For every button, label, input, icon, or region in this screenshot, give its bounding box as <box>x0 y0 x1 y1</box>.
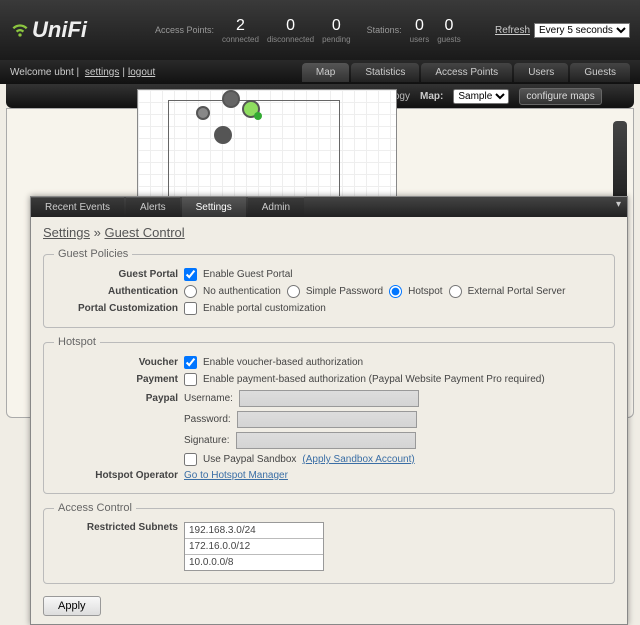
map-label: Map: <box>420 91 443 102</box>
breadcrumb-root[interactable]: Settings <box>43 225 90 240</box>
wifi-icon <box>10 20 30 40</box>
ap-gear-icon[interactable] <box>196 106 210 120</box>
subnet-row[interactable]: 10.0.0.0/8 <box>185 555 323 570</box>
voucher-label: Voucher <box>54 357 184 368</box>
portal-customization-checkbox[interactable] <box>184 302 197 315</box>
guest-portal-label: Guest Portal <box>54 269 184 280</box>
stations-label: Stations: <box>367 25 402 35</box>
brand-text: UniFi <box>32 17 87 43</box>
panel-tab-settings[interactable]: Settings <box>182 197 246 217</box>
panel-tabs: Recent Events Alerts Settings Admin ▾ <box>31 197 627 217</box>
tab-users[interactable]: Users <box>514 63 568 82</box>
settings-link[interactable]: settings <box>85 67 119 78</box>
paypal-label: Paypal <box>54 393 184 404</box>
hotspot-manager-link[interactable]: Go to Hotspot Manager <box>184 470 288 481</box>
restricted-subnets-label: Restricted Subnets <box>54 522 184 533</box>
refresh-interval-select[interactable]: Every 5 seconds <box>534 23 630 38</box>
access-control-legend: Access Control <box>54 502 136 514</box>
hotspot-fieldset: Hotspot Voucher Enable voucher-based aut… <box>43 336 615 494</box>
username-label: Username: <box>184 393 233 404</box>
guest-policies-legend: Guest Policies <box>54 248 132 260</box>
tab-guests[interactable]: Guests <box>570 63 630 82</box>
welcome-text: Welcome ubnt <box>10 67 74 78</box>
ap-marker-2[interactable] <box>242 100 260 118</box>
ap-label: Access Points: <box>155 25 214 35</box>
subnet-row[interactable]: 192.168.3.0/24 <box>185 523 323 539</box>
paypal-username-input[interactable] <box>239 390 419 407</box>
ap-pending-count: 0 <box>322 17 350 35</box>
top-header: UniFi Access Points: 2connected 0disconn… <box>0 0 640 60</box>
configure-maps-button[interactable]: configure maps <box>519 88 601 105</box>
breadcrumb-page[interactable]: Guest Control <box>104 225 184 240</box>
voucher-checkbox[interactable] <box>184 356 197 369</box>
logout-link[interactable]: logout <box>128 67 155 78</box>
paypal-password-input[interactable] <box>237 411 417 428</box>
refresh-link[interactable]: Refresh <box>495 25 530 36</box>
panel-tab-admin[interactable]: Admin <box>248 197 304 217</box>
payment-checkbox[interactable] <box>184 373 197 386</box>
tab-map[interactable]: Map <box>302 63 349 82</box>
apply-button[interactable]: Apply <box>43 596 101 616</box>
auth-simple-radio[interactable] <box>287 285 300 298</box>
welcome-row: Welcome ubnt | settings | logout Map Sta… <box>0 60 640 84</box>
hotspot-legend: Hotspot <box>54 336 100 348</box>
tab-access-points[interactable]: Access Points <box>421 63 512 82</box>
subnet-row[interactable]: 172.16.0.0/12 <box>185 539 323 555</box>
map-select[interactable]: Sample <box>453 89 509 104</box>
main-tabs: Map Statistics Access Points Users Guest… <box>302 63 630 82</box>
guest-policies-fieldset: Guest Policies Guest Portal Enable Guest… <box>43 248 615 328</box>
auth-hotspot-radio[interactable] <box>389 285 402 298</box>
signature-label: Signature: <box>184 435 230 446</box>
authentication-label: Authentication <box>54 286 184 297</box>
restricted-subnets-list[interactable]: 192.168.3.0/24 172.16.0.0/12 10.0.0.0/8 <box>184 522 324 571</box>
zoom-slider[interactable] <box>613 121 627 201</box>
settings-panel: Recent Events Alerts Settings Admin ▾ Se… <box>30 196 628 625</box>
guests-count: 0 <box>437 17 461 35</box>
guest-portal-checkbox[interactable] <box>184 268 197 281</box>
breadcrumb: Settings » Guest Control <box>43 225 615 240</box>
hotspot-operator-label: Hotspot Operator <box>54 470 184 481</box>
brand-logo: UniFi <box>10 17 87 43</box>
access-control-fieldset: Access Control Restricted Subnets 192.16… <box>43 502 615 584</box>
ap-disconnected-count: 0 <box>267 17 314 35</box>
auth-none-radio[interactable] <box>184 285 197 298</box>
portal-customization-label: Portal Customization <box>54 303 184 314</box>
password-label: Password: <box>184 414 231 425</box>
stats-bar: Access Points: 2connected 0disconnected … <box>147 17 469 44</box>
ap-connected-count: 2 <box>222 17 259 35</box>
payment-label: Payment <box>54 374 184 385</box>
ap-marker-1[interactable] <box>222 90 240 108</box>
apply-sandbox-link[interactable]: (Apply Sandbox Account) <box>302 454 414 465</box>
tab-statistics[interactable]: Statistics <box>351 63 419 82</box>
panel-tab-alerts[interactable]: Alerts <box>126 197 180 217</box>
ap-marker-3[interactable] <box>214 126 232 144</box>
paypal-signature-input[interactable] <box>236 432 416 449</box>
users-count: 0 <box>410 17 430 35</box>
auth-external-radio[interactable] <box>449 285 462 298</box>
panel-collapse-icon[interactable]: ▾ <box>610 197 627 217</box>
sandbox-checkbox[interactable] <box>184 453 197 466</box>
panel-tab-recent-events[interactable]: Recent Events <box>31 197 124 217</box>
